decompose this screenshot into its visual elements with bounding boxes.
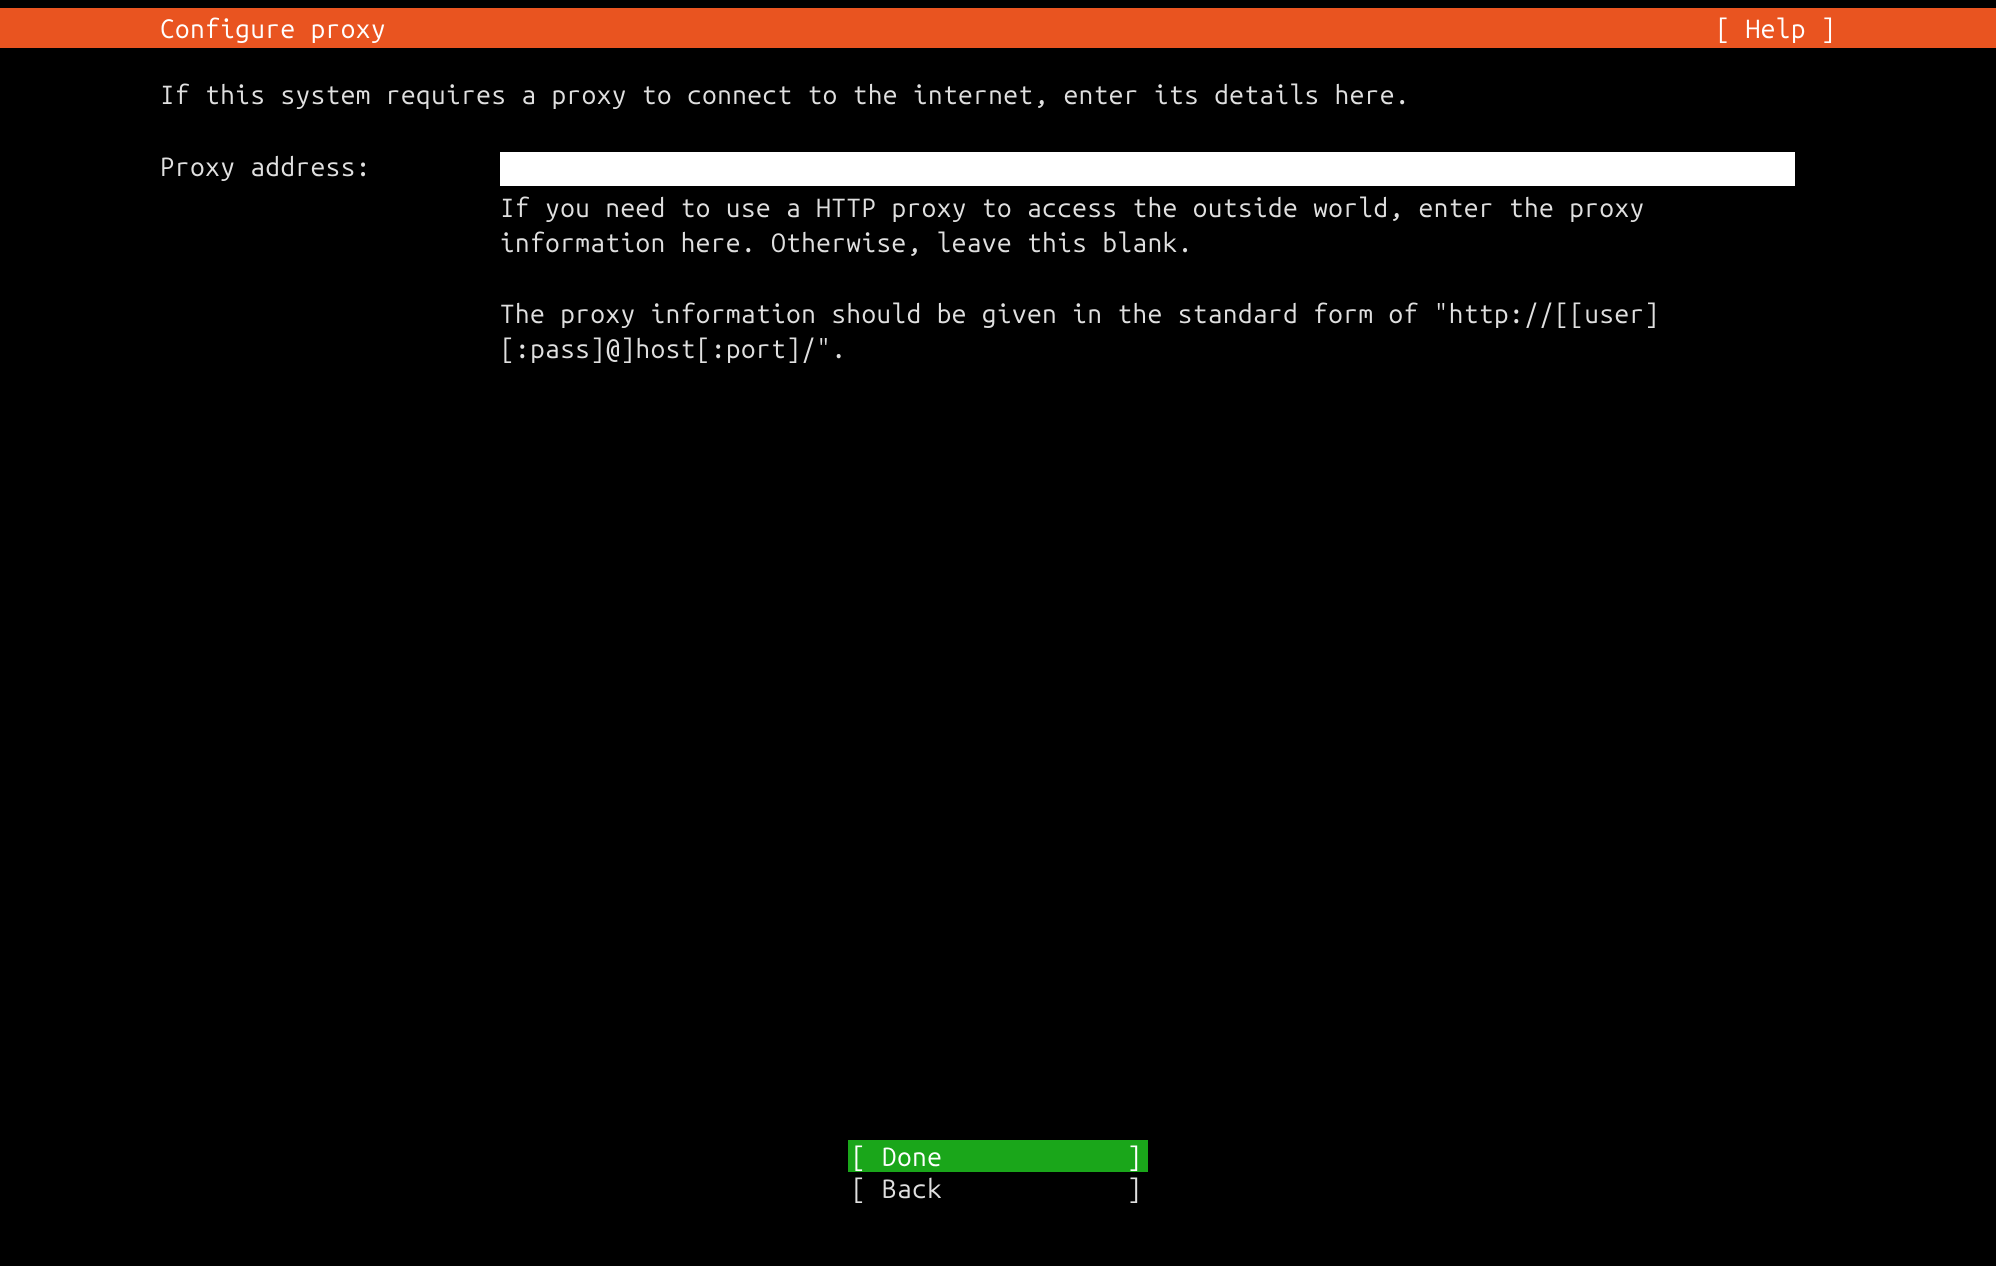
proxy-field-content: If you need to use a HTTP proxy to acces…: [500, 152, 1795, 366]
proxy-help-text-1: If you need to use a HTTP proxy to acces…: [500, 190, 1795, 260]
help-button[interactable]: [ Help ]: [1716, 14, 1836, 43]
done-button-label: Done: [866, 1142, 1127, 1171]
back-button[interactable]: [ Back ]: [848, 1172, 1148, 1204]
bracket-left-icon: [: [848, 1174, 866, 1203]
bracket-right-icon: ]: [1127, 1174, 1148, 1203]
proxy-field-row: Proxy address: If you need to use a HTTP…: [160, 152, 1836, 366]
content-area: If this system requires a proxy to conne…: [0, 48, 1996, 366]
header-bar: Configure proxy [ Help ]: [0, 8, 1996, 48]
back-button-label: Back: [866, 1174, 1127, 1203]
proxy-address-input[interactable]: [500, 152, 1795, 186]
proxy-help-text-2: The proxy information should be given in…: [500, 296, 1795, 366]
footer-buttons: [ Done ] [ Back ]: [0, 1140, 1996, 1204]
done-button[interactable]: [ Done ]: [848, 1140, 1148, 1172]
page-title: Configure proxy: [160, 14, 386, 43]
description-text: If this system requires a proxy to conne…: [160, 78, 1760, 112]
proxy-address-label: Proxy address:: [160, 152, 500, 181]
bracket-left-icon: [: [848, 1142, 866, 1171]
bracket-right-icon: ]: [1127, 1142, 1148, 1171]
